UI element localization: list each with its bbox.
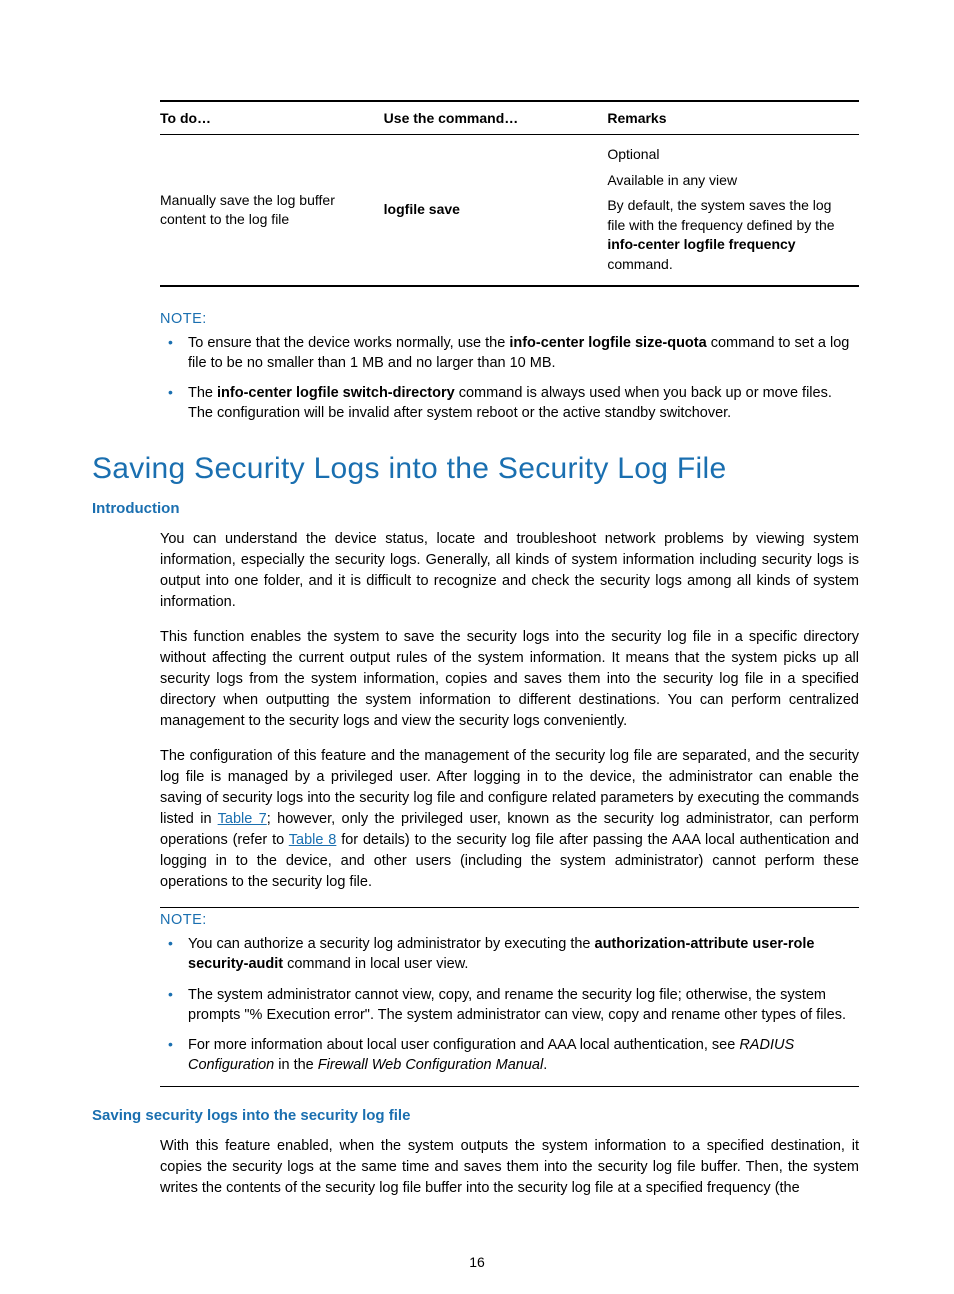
note-block-1: NOTE: To ensure that the device works no… bbox=[160, 311, 859, 424]
body-paragraph: You can understand the device status, lo… bbox=[160, 529, 859, 613]
subsection-heading: Saving security logs into the security l… bbox=[92, 1107, 859, 1124]
note-block-2: NOTE: You can authorize a security log a… bbox=[160, 912, 859, 1076]
cell-command: logfile save bbox=[384, 135, 608, 286]
note-item: For more information about local user co… bbox=[184, 1035, 859, 1076]
body-paragraph: The configuration of this feature and th… bbox=[160, 746, 859, 893]
remarks-line3: By default, the system saves the log fil… bbox=[607, 196, 851, 274]
command-table: To do… Use the command… Remarks Manually… bbox=[160, 100, 859, 287]
note-item: You can authorize a security log adminis… bbox=[184, 934, 859, 975]
cell-todo: Manually save the log buffer content to … bbox=[160, 135, 384, 286]
cell-remarks: Optional Available in any view By defaul… bbox=[607, 135, 859, 286]
body-paragraph: This function enables the system to save… bbox=[160, 627, 859, 732]
page-number: 16 bbox=[0, 1254, 954, 1270]
body-paragraph: With this feature enabled, when the syst… bbox=[160, 1136, 859, 1199]
note-divider-top bbox=[160, 907, 859, 908]
section-heading: Saving Security Logs into the Security L… bbox=[92, 452, 859, 486]
remarks-line2: Available in any view bbox=[607, 171, 851, 191]
intro-heading: Introduction bbox=[92, 500, 859, 517]
note-divider-bottom bbox=[160, 1086, 859, 1087]
table8-link[interactable]: Table 8 bbox=[289, 832, 337, 848]
note-label: NOTE: bbox=[160, 912, 859, 928]
note-item: The system administrator cannot view, co… bbox=[184, 985, 859, 1026]
note-item: To ensure that the device works normally… bbox=[184, 333, 859, 374]
remarks-line1: Optional bbox=[607, 145, 851, 165]
th-todo: To do… bbox=[160, 101, 384, 135]
table-row: Manually save the log buffer content to … bbox=[160, 135, 859, 286]
th-remarks: Remarks bbox=[607, 101, 859, 135]
th-command: Use the command… bbox=[384, 101, 608, 135]
note-item: The info-center logfile switch-directory… bbox=[184, 383, 859, 424]
note-label: NOTE: bbox=[160, 311, 859, 327]
table7-link[interactable]: Table 7 bbox=[218, 811, 267, 827]
